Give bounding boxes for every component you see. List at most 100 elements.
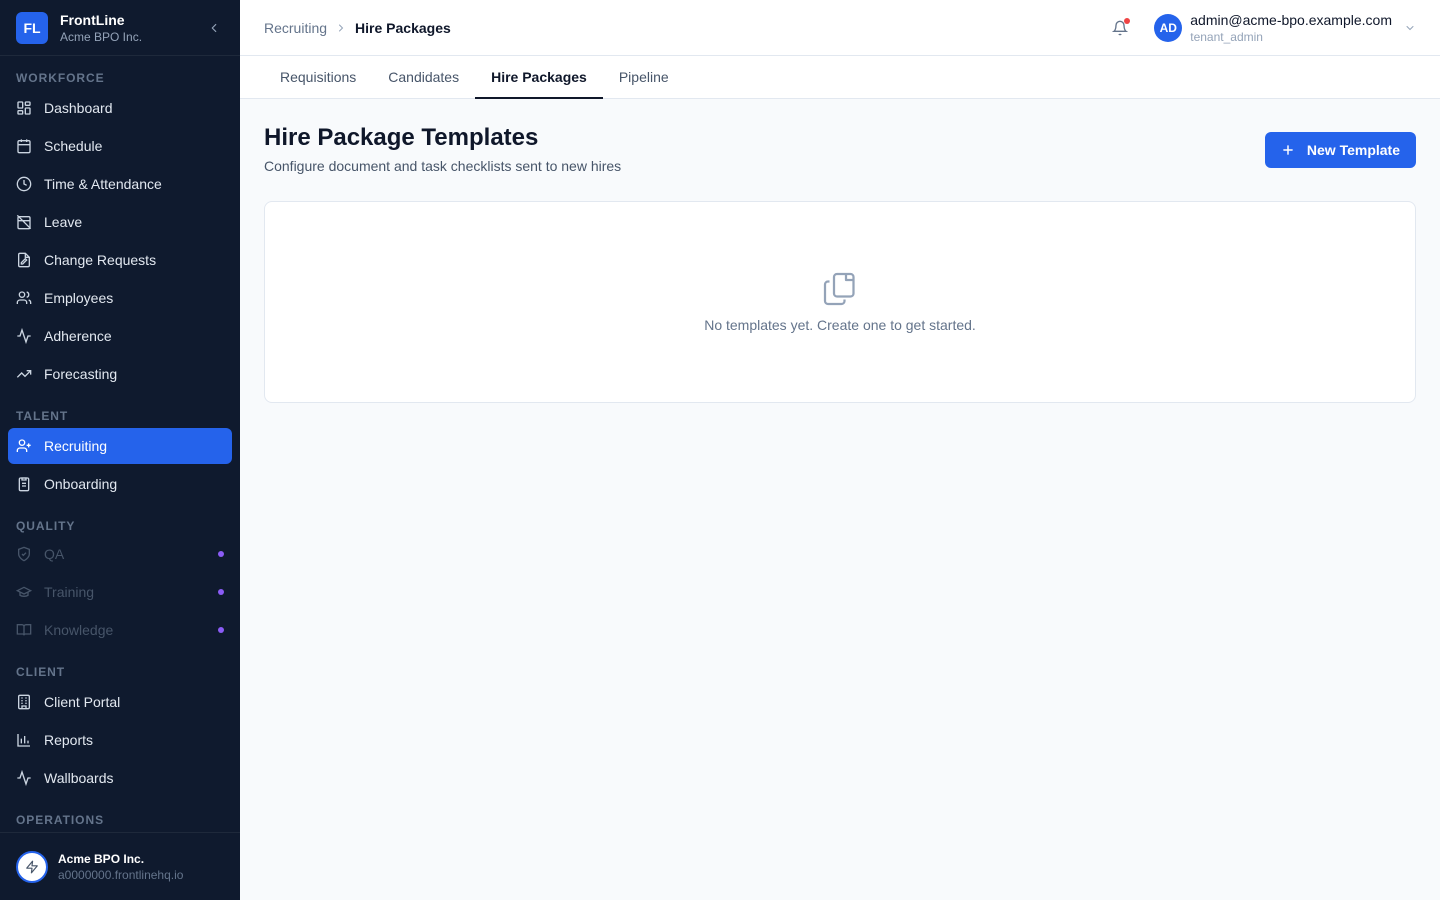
sidebar-item-label: Wallboards bbox=[44, 770, 114, 786]
sidebar-item-leave[interactable]: Leave bbox=[8, 204, 232, 240]
copy-documents-icon bbox=[822, 271, 858, 307]
sidebar-item-label: Change Requests bbox=[44, 252, 157, 268]
brand-name: FrontLine bbox=[60, 11, 125, 28]
sidebar-item-label: Dashboard bbox=[44, 100, 113, 116]
brand-org: Acme BPO Inc. bbox=[60, 29, 143, 44]
sidebar-item-adherence[interactable]: Adherence bbox=[8, 318, 232, 354]
collapse-sidebar-button[interactable] bbox=[204, 18, 224, 38]
topbar: Recruiting Hire Packages AD admin@acme-b… bbox=[240, 0, 1440, 56]
sidebar-item-label: Schedule bbox=[44, 138, 103, 154]
nav-client: Client Portal Reports Wallboards bbox=[0, 684, 240, 796]
calendar-off-icon bbox=[16, 214, 32, 230]
tab-candidates[interactable]: Candidates bbox=[372, 56, 475, 98]
page-heading: Hire Package Templates Configure documen… bbox=[264, 123, 621, 175]
empty-state-card: No templates yet. Create one to get star… bbox=[264, 201, 1416, 403]
user-menu[interactable]: AD admin@acme-bpo.example.com tenant_adm… bbox=[1154, 11, 1416, 45]
section-label-quality: QUALITY bbox=[16, 519, 76, 533]
section-label-operations: OPERATIONS bbox=[16, 813, 105, 827]
sidebar-item-label: Leave bbox=[44, 214, 83, 230]
page-subtitle: Configure document and task checklists s… bbox=[264, 158, 622, 174]
tab-pipeline[interactable]: Pipeline bbox=[603, 56, 685, 98]
chevron-left-icon bbox=[211, 23, 217, 32]
sidebar-item-onboarding[interactable]: Onboarding bbox=[8, 466, 232, 502]
sidebar-item-qa[interactable]: QA bbox=[8, 536, 232, 572]
user-plus-icon bbox=[16, 438, 32, 454]
main-content: Hire Package Templates Configure documen… bbox=[264, 99, 1416, 403]
breadcrumb-current: Hire Packages bbox=[355, 19, 451, 36]
clock-icon bbox=[16, 176, 32, 192]
sidebar-item-label: Recruiting bbox=[44, 438, 108, 454]
lightning-icon bbox=[26, 860, 38, 873]
badge-dot bbox=[218, 589, 224, 595]
sidebar-item-schedule[interactable]: Schedule bbox=[8, 128, 232, 164]
nav-talent: Recruiting Onboarding bbox=[0, 428, 240, 502]
sidebar-item-knowledge[interactable]: Knowledge bbox=[8, 612, 232, 648]
section-label-talent: TALENT bbox=[16, 409, 69, 423]
tab-requisitions[interactable]: Requisitions bbox=[264, 56, 372, 98]
tab-bar: Requisitions Candidates Hire Packages Pi… bbox=[240, 56, 1440, 99]
trending-up-icon bbox=[16, 366, 32, 382]
building-icon bbox=[16, 694, 32, 710]
chevron-down-icon bbox=[1404, 22, 1416, 34]
sidebar-item-time-attendance[interactable]: Time & Attendance bbox=[8, 166, 232, 202]
new-template-label: New Template bbox=[1306, 142, 1400, 158]
sidebar-item-recruiting[interactable]: Recruiting bbox=[8, 428, 232, 464]
breadcrumb-recruiting[interactable]: Recruiting bbox=[264, 20, 327, 36]
sidebar-item-change-requests[interactable]: Change Requests bbox=[8, 242, 232, 278]
shield-icon bbox=[16, 546, 32, 562]
sidebar-item-client-portal[interactable]: Client Portal bbox=[8, 684, 232, 720]
user-info: admin@acme-bpo.example.com tenant_admin bbox=[1190, 11, 1392, 45]
sidebar-header: FL FrontLine Acme BPO Inc. bbox=[0, 0, 240, 56]
sidebar-item-label: Adherence bbox=[44, 328, 112, 344]
sidebar-item-reports[interactable]: Reports bbox=[8, 722, 232, 758]
sidebar-item-wallboards[interactable]: Wallboards bbox=[8, 760, 232, 796]
sidebar-item-label: Reports bbox=[44, 732, 94, 748]
plus-icon bbox=[1281, 143, 1295, 157]
sidebar-item-training[interactable]: Training bbox=[8, 574, 232, 610]
bar-chart-icon bbox=[16, 732, 32, 748]
sidebar-item-employees[interactable]: Employees bbox=[8, 280, 232, 316]
sidebar-item-forecasting[interactable]: Forecasting bbox=[8, 356, 232, 392]
file-edit-icon bbox=[16, 252, 32, 268]
sidebar-item-label: Knowledge bbox=[44, 622, 114, 638]
users-icon bbox=[16, 290, 32, 306]
user-role: tenant_admin bbox=[1190, 29, 1263, 44]
activity-icon bbox=[16, 328, 32, 344]
clipboard-icon bbox=[16, 476, 32, 492]
tenant-domain: a0000000.frontlinehq.io bbox=[58, 867, 184, 882]
nav-workforce: Dashboard Schedule Time & Attendance Lea… bbox=[0, 90, 240, 392]
tab-hire-packages[interactable]: Hire Packages bbox=[475, 56, 603, 99]
sidebar-item-label: QA bbox=[44, 546, 65, 562]
notifications-button[interactable] bbox=[1110, 17, 1131, 38]
brand-logo[interactable]: FL bbox=[16, 11, 48, 44]
section-label-workforce: WORKFORCE bbox=[16, 71, 105, 85]
sidebar-item-label: Employees bbox=[44, 290, 114, 306]
tenant-info: Acme BPO Inc. a0000000.frontlinehq.io bbox=[58, 851, 183, 883]
sidebar-item-dashboard[interactable]: Dashboard bbox=[8, 90, 232, 126]
topbar-actions: AD admin@acme-bpo.example.com tenant_adm… bbox=[1110, 11, 1416, 45]
section-label-client: CLIENT bbox=[16, 665, 66, 679]
tenant-name: Acme BPO Inc. bbox=[58, 851, 145, 866]
badge-dot bbox=[218, 627, 224, 633]
brand-info: FrontLine Acme BPO Inc. bbox=[60, 11, 204, 45]
tenant-switcher[interactable]: Acme BPO Inc. a0000000.frontlinehq.io bbox=[0, 832, 240, 900]
graduation-cap-icon bbox=[16, 584, 32, 600]
badge-dot bbox=[218, 551, 224, 557]
avatar: AD bbox=[1154, 13, 1183, 42]
sidebar-item-label: Client Portal bbox=[44, 694, 121, 710]
sidebar-item-label: Time & Attendance bbox=[44, 176, 162, 192]
sidebar-item-label: Training bbox=[44, 584, 95, 600]
book-icon bbox=[16, 622, 32, 638]
sidebar: FL FrontLine Acme BPO Inc. WORKFORCE Das… bbox=[0, 0, 240, 900]
calendar-icon bbox=[16, 138, 32, 154]
tenant-avatar bbox=[16, 850, 48, 883]
activity-icon bbox=[16, 770, 32, 786]
notification-dot bbox=[1124, 17, 1131, 24]
dashboard-icon bbox=[16, 100, 32, 116]
page-title: Hire Package Templates bbox=[264, 124, 539, 151]
chevron-right-icon bbox=[335, 22, 347, 34]
sidebar-item-label: Onboarding bbox=[44, 476, 118, 492]
sidebar-item-label: Forecasting bbox=[44, 366, 118, 382]
new-template-button[interactable]: New Template bbox=[1264, 132, 1416, 168]
user-email: admin@acme-bpo.example.com bbox=[1190, 11, 1392, 28]
